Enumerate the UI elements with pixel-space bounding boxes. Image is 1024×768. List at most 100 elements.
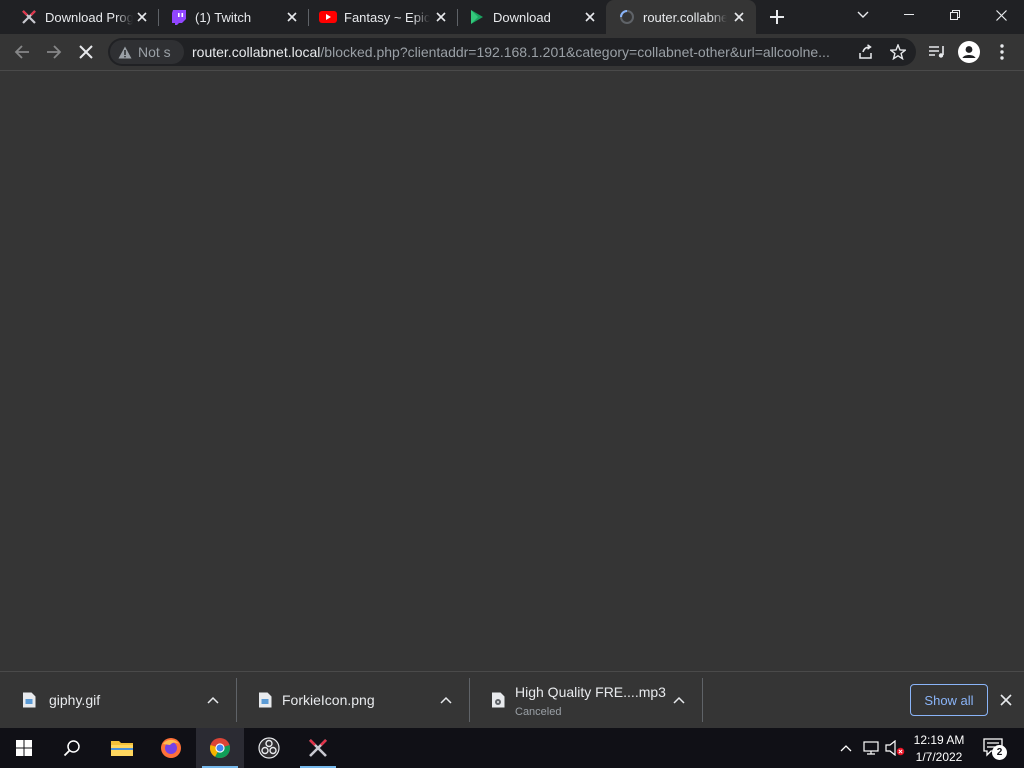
clock-time: 12:19 AM [913, 733, 965, 747]
tab-download[interactable]: Download [456, 0, 606, 34]
taskbar-firefox[interactable] [147, 728, 195, 768]
forward-button[interactable] [40, 38, 68, 66]
browser-toolbar: Not s router.collabnet.local/blocked.php… [0, 34, 1024, 71]
stop-loading-button[interactable] [72, 38, 100, 66]
minimize-icon [904, 14, 914, 15]
crossed-swords-icon [20, 8, 38, 26]
download-separator [702, 678, 703, 722]
close-downloads-bar-button[interactable] [996, 690, 1016, 710]
taskbar-chrome[interactable] [196, 728, 244, 768]
share-icon [859, 44, 872, 59]
taskbar-crossed-swords-app[interactable] [294, 728, 342, 768]
share-button[interactable] [852, 38, 880, 66]
file-explorer-icon [111, 741, 133, 756]
tab-strip: Download Prog (1) Twitch Fantasy ~ Epic … [0, 0, 1024, 34]
download-status: Canceled [515, 706, 562, 718]
security-label: Not s [138, 44, 171, 60]
start-icon [16, 740, 32, 756]
chevron-up-icon[interactable] [671, 692, 687, 708]
download-filename: giphy.gif [49, 692, 101, 708]
taskbar-obs[interactable] [245, 728, 293, 768]
close-window-button[interactable] [978, 0, 1024, 30]
notification-count-badge: 2 [992, 745, 1007, 760]
security-indicator[interactable]: Not s [110, 40, 184, 64]
url-host: router.collabnet.local [192, 44, 321, 60]
show-hidden-icons-button[interactable] [836, 728, 856, 768]
restore-icon [950, 10, 960, 20]
close-icon[interactable] [134, 9, 150, 25]
twitch-icon [170, 8, 188, 26]
chevron-up-icon[interactable] [438, 692, 454, 708]
profile-avatar-icon [958, 41, 980, 63]
chrome-icon [210, 738, 230, 759]
close-icon [995, 9, 1007, 21]
tab-title: Download Prog [45, 10, 133, 25]
kebab-menu-icon [1000, 44, 1004, 60]
playlist-icon [929, 46, 944, 58]
notification-center-button[interactable]: 2 [978, 728, 1010, 768]
url-text[interactable]: router.collabnet.local/blocked.php?clien… [192, 44, 842, 60]
arrow-right-icon [47, 45, 62, 59]
arrow-left-icon [14, 45, 29, 59]
chevron-up-icon[interactable] [205, 692, 221, 708]
tab-download-prog[interactable]: Download Prog [8, 0, 158, 34]
youtube-icon [319, 8, 337, 26]
menu-button[interactable] [988, 38, 1016, 66]
crossed-swords-app-icon [309, 739, 327, 757]
star-icon [890, 44, 906, 60]
show-all-downloads-button[interactable]: Show all [910, 684, 988, 716]
image-file-icon [23, 692, 36, 708]
clock-date: 1/7/2022 [915, 750, 963, 764]
chevron-up-icon [840, 745, 852, 752]
download-item-mp3[interactable]: High Quality FRE....mp3 Canceled [469, 678, 702, 722]
chevron-down-icon [857, 11, 869, 18]
profile-button[interactable] [955, 38, 983, 66]
volume-muted-icon [885, 740, 905, 756]
tab-title: (1) Twitch [195, 10, 252, 25]
downloads-bar: giphy.gif ForkieIcon.png High Quality FR… [0, 671, 1024, 728]
plus-icon [770, 10, 784, 24]
url-path: /blocked.php?clientaddr=192.168.1.201&ca… [320, 44, 830, 60]
close-icon [1000, 694, 1012, 706]
clock[interactable]: 12:19 AM 1/7/2022 [904, 730, 974, 766]
network-icon [863, 741, 879, 755]
start-button[interactable] [0, 728, 48, 768]
download-filename: High Quality FRE....mp3 [515, 684, 666, 700]
volume-tray-button[interactable] [884, 728, 906, 768]
tab-search-button[interactable] [840, 0, 886, 30]
back-button[interactable] [8, 38, 36, 66]
close-icon[interactable] [433, 9, 449, 25]
tab-title: Fantasy ~ Epic n [344, 10, 430, 25]
address-bar[interactable]: Not s router.collabnet.local/blocked.php… [108, 38, 916, 66]
image-file-icon [259, 692, 272, 708]
download-item-giphy[interactable]: giphy.gif [0, 678, 236, 722]
obs-icon [258, 737, 280, 759]
bookmark-star-button[interactable] [884, 38, 912, 66]
close-icon[interactable] [731, 9, 747, 25]
close-icon [79, 45, 93, 59]
download-filename: ForkieIcon.png [282, 692, 375, 708]
tab-router-active[interactable]: router.collabnet [606, 0, 756, 34]
firefox-icon [161, 738, 181, 758]
restore-button[interactable] [932, 0, 978, 30]
download-item-forkieicon[interactable]: ForkieIcon.png [236, 678, 469, 722]
minimize-button[interactable] [886, 0, 932, 30]
loading-spinner-icon [618, 8, 636, 26]
tab-title: Download [493, 10, 551, 25]
audio-file-icon [492, 692, 505, 708]
taskbar-search-button[interactable] [48, 728, 96, 768]
new-tab-button[interactable] [763, 3, 791, 31]
tab-twitch[interactable]: (1) Twitch [158, 0, 308, 34]
page-content [0, 71, 1024, 671]
tab-title: router.collabnet [643, 10, 727, 25]
network-tray-button[interactable] [860, 728, 882, 768]
play-triangle-icon [468, 8, 486, 26]
tab-youtube-fantasy[interactable]: Fantasy ~ Epic n [307, 0, 457, 34]
taskbar-file-explorer[interactable] [98, 728, 146, 768]
windows-taskbar: 12:19 AM 1/7/2022 2 [0, 728, 1024, 768]
close-icon[interactable] [582, 9, 598, 25]
close-icon[interactable] [284, 9, 300, 25]
media-controls-button[interactable] [923, 38, 951, 66]
search-icon [63, 740, 80, 757]
warning-triangle-icon [118, 46, 132, 58]
